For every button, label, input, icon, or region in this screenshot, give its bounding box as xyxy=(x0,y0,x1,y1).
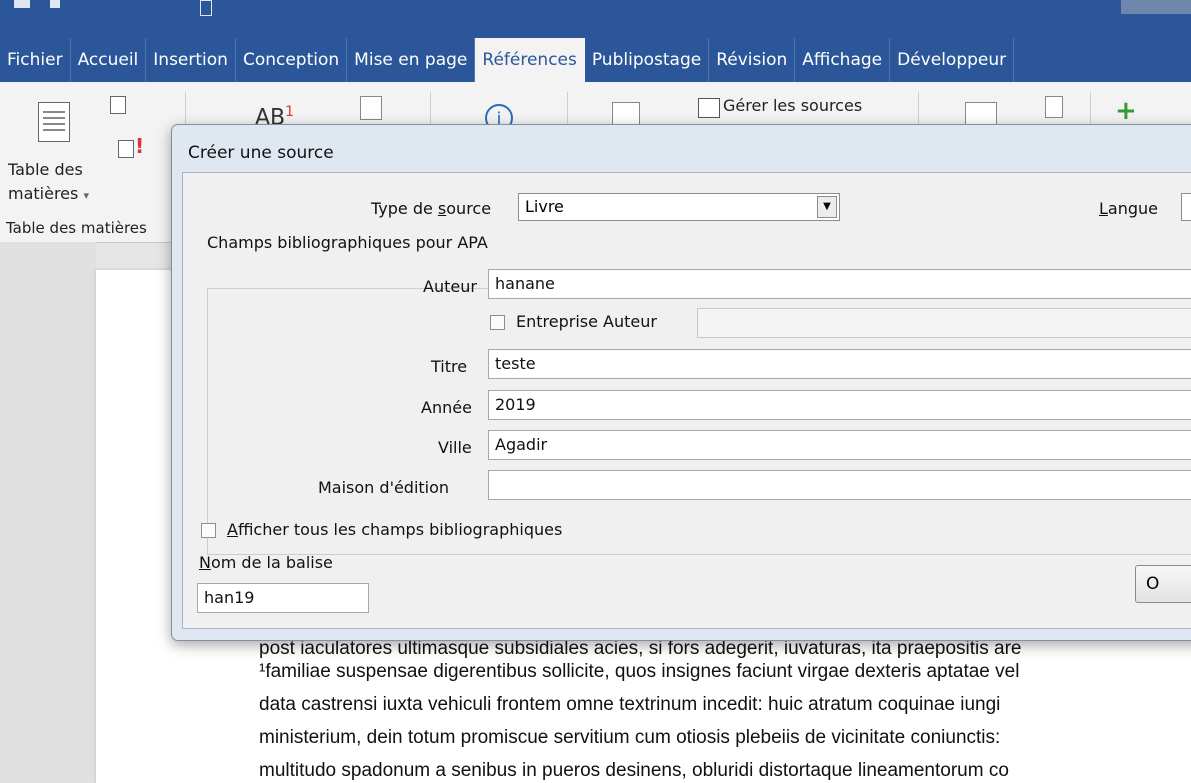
source-type-select[interactable]: Livre ▼ xyxy=(518,193,840,221)
language-select[interactable] xyxy=(1181,193,1191,221)
source-type-label: Type de source xyxy=(371,199,491,218)
language-label: Langue xyxy=(1099,199,1158,218)
tab-affichage[interactable]: Affichage xyxy=(795,38,891,82)
tab-revision[interactable]: Révision xyxy=(709,38,796,82)
tab-accueil[interactable]: Accueil xyxy=(71,38,147,82)
show-all-post: fficher tous les champs bibliographiques xyxy=(237,520,563,539)
document-line: multitudo spadonum a senibus in pueros d… xyxy=(259,760,1009,781)
tag-name-field[interactable]: han19 xyxy=(197,583,369,613)
corporate-author-checkbox[interactable] xyxy=(490,315,505,330)
save-icon[interactable] xyxy=(14,0,30,8)
source-type-label-pre: Type de xyxy=(371,199,438,218)
language-label-post: angue xyxy=(1107,199,1159,218)
city-field[interactable]: Agadir xyxy=(488,430,1191,460)
new-doc-icon[interactable] xyxy=(200,0,212,16)
manage-sources-icon xyxy=(698,98,720,118)
add-text-icon[interactable] xyxy=(110,96,126,114)
undo-icon[interactable] xyxy=(50,0,60,8)
toc-button[interactable]: matières ▾ xyxy=(8,184,89,203)
corporate-author-label: Entreprise Auteur xyxy=(516,312,657,331)
table-of-figures-icon[interactable] xyxy=(1045,96,1063,118)
year-field[interactable]: 2019 xyxy=(488,390,1191,420)
mark-entry-icon[interactable]: + xyxy=(1115,96,1137,126)
dialog-title: Créer une source xyxy=(188,143,334,163)
toc-group-label: Table des matières xyxy=(6,219,147,237)
tab-mise-en-page[interactable]: Mise en page xyxy=(347,38,476,82)
title-label: Titre xyxy=(431,357,468,376)
chevron-down-icon[interactable]: ▼ xyxy=(817,196,837,218)
ribbon-tabs: Fichier Accueil Insertion Conception Mis… xyxy=(0,38,1191,82)
city-label: Ville xyxy=(438,438,472,457)
tag-name-label: Nom de la balise xyxy=(199,553,333,572)
toc-label-1[interactable]: Table des xyxy=(8,160,83,179)
tab-conception[interactable]: Conception xyxy=(236,38,348,82)
tab-developpeur[interactable]: Développeur xyxy=(890,38,1015,82)
author-field[interactable]: hanane xyxy=(488,269,1191,299)
publisher-label: Maison d'édition xyxy=(318,478,450,497)
document-line: ¹familiae suspensae digerentibus sollici… xyxy=(259,661,1020,682)
ab-sup: 1 xyxy=(285,104,295,120)
tab-fichier[interactable]: Fichier xyxy=(0,38,71,82)
bibliography-group-label: Champs bibliographiques pour APA xyxy=(203,233,492,252)
window-control[interactable] xyxy=(1121,0,1191,14)
toc-label-2: matières xyxy=(8,184,79,203)
language-label-accel: L xyxy=(1099,199,1108,218)
author-label: Auteur xyxy=(423,277,477,296)
insert-endnote-icon[interactable] xyxy=(360,96,382,120)
left-gutter xyxy=(0,242,96,783)
show-all-fields-label: Afficher tous les champs bibliographique… xyxy=(227,520,562,539)
create-source-dialog: Créer une source Type de source Livre ▼ … xyxy=(171,124,1191,641)
manage-sources-button[interactable]: Gérer les sources xyxy=(723,96,862,115)
tag-label-accel: N xyxy=(199,553,211,572)
year-label: Année xyxy=(421,398,472,417)
tab-references[interactable]: Références xyxy=(475,38,585,82)
tab-publipostage[interactable]: Publipostage xyxy=(585,38,710,82)
update-table-icon[interactable] xyxy=(118,140,134,158)
chevron-down-icon: ▾ xyxy=(83,189,89,202)
document-line: data castrensi iuxta vehiculi frontem om… xyxy=(259,694,1001,715)
title-bar xyxy=(0,0,1191,38)
corporate-author-field[interactable] xyxy=(697,308,1191,338)
tab-insertion[interactable]: Insertion xyxy=(146,38,236,82)
tag-label-post: om de la balise xyxy=(210,553,333,572)
document-line: post iaculatores ultimasque subsidiales … xyxy=(259,638,1022,659)
source-type-value: Livre xyxy=(525,197,564,216)
source-type-label-accel: s xyxy=(437,199,447,218)
update-alert-icon: ! xyxy=(135,134,145,158)
dialog-content: Type de source Livre ▼ Langue Champs bib… xyxy=(182,172,1191,629)
source-type-label-post: ource xyxy=(446,199,492,218)
show-all-accel: A xyxy=(227,520,238,539)
table-of-contents-icon[interactable] xyxy=(38,102,70,142)
show-all-fields-checkbox[interactable] xyxy=(201,523,216,538)
ok-button[interactable]: O xyxy=(1135,565,1191,603)
publisher-field[interactable] xyxy=(488,470,1191,500)
document-line: ministerium, dein totum promiscue servit… xyxy=(259,727,1001,748)
title-field[interactable]: teste xyxy=(488,349,1191,379)
